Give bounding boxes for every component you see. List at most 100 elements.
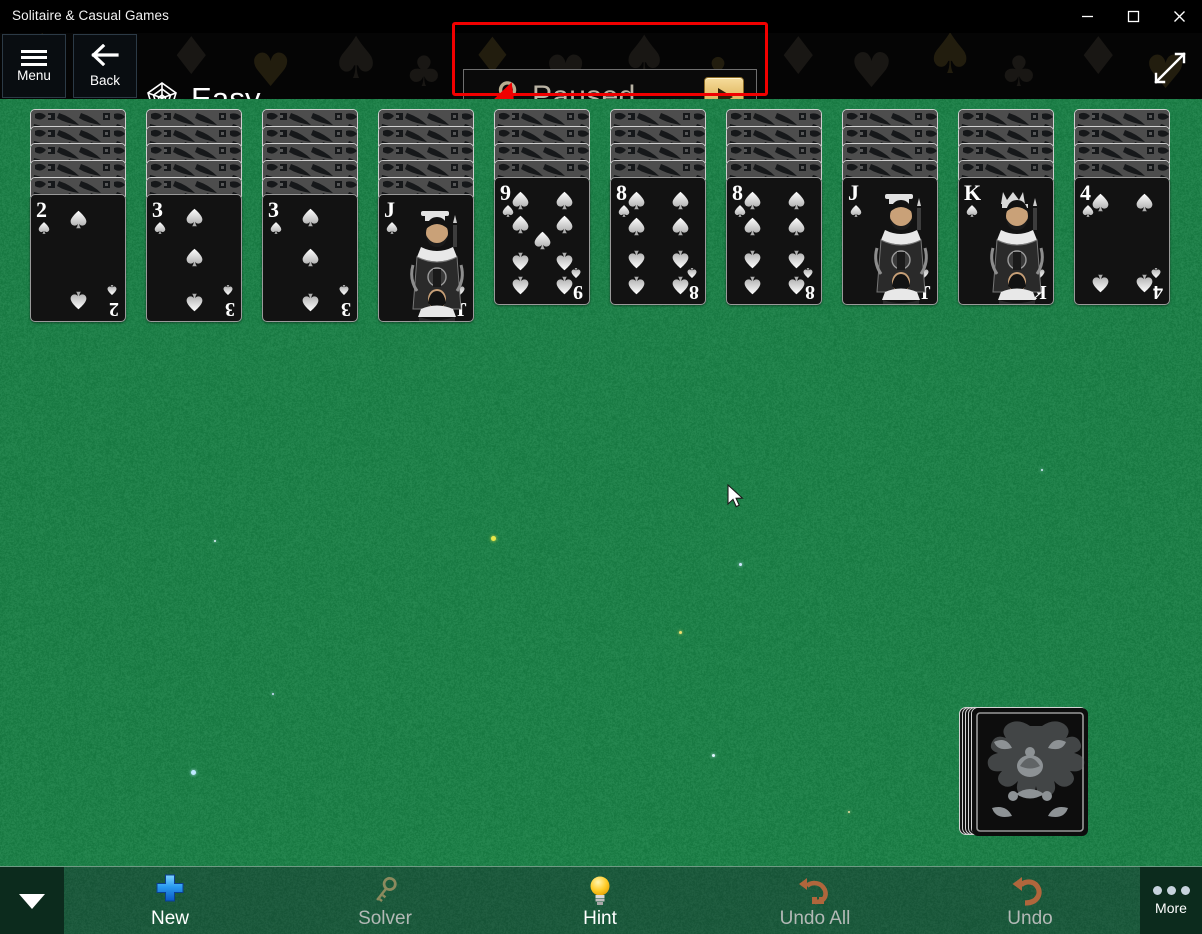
card-pip — [742, 244, 763, 270]
card-suit-icon — [222, 279, 234, 297]
ellipsis-icon — [1153, 886, 1190, 895]
card-pip — [68, 209, 89, 235]
card-pip — [532, 230, 553, 256]
window-controls — [1064, 0, 1202, 33]
card-pip — [670, 190, 691, 216]
toolbar-label-undo-all: Undo All — [780, 909, 851, 929]
plus-icon — [153, 873, 187, 907]
app-bar: ♠♣♦♥♠♣♦♥♠♣♦♥♠♣♦♥ Menu Back — [0, 33, 1202, 99]
card-pip — [1134, 192, 1155, 218]
card-pip — [786, 190, 807, 216]
stock-pile[interactable] — [959, 707, 1084, 837]
tableau-column[interactable]: K K — [958, 109, 1054, 307]
difficulty-label: Easy — [191, 81, 261, 99]
face-up-card[interactable]: 4 4 — [1074, 177, 1170, 305]
card-pip — [184, 247, 205, 273]
card-pip — [510, 190, 531, 216]
card-pip — [510, 270, 531, 296]
tableau-column[interactable]: 4 4 — [1074, 109, 1170, 307]
card-rank: 8 — [732, 180, 743, 206]
tableau-column[interactable]: J J — [842, 109, 938, 307]
toolbar-label-more: More — [1155, 900, 1187, 916]
toolbar-label-solver: Solver — [358, 909, 412, 929]
card-pip — [742, 216, 763, 242]
toolbar-button-solver[interactable]: Solver — [310, 867, 460, 934]
card-suit-icon — [385, 221, 399, 240]
menu-button[interactable]: Menu — [2, 34, 66, 98]
key-icon — [480, 77, 524, 100]
chevron-down-icon — [19, 894, 45, 909]
card-pip — [510, 246, 531, 272]
card-pip — [670, 270, 691, 296]
toolbar-button-hint[interactable]: Hint — [525, 867, 675, 934]
sparkle — [679, 631, 682, 634]
undo-all-icon — [795, 873, 835, 907]
back-button[interactable]: Back — [73, 34, 137, 98]
court-figure — [981, 186, 1053, 304]
card-pip — [670, 216, 691, 242]
card-pip — [626, 270, 647, 296]
card-pip — [670, 244, 691, 270]
face-up-card[interactable]: J J — [378, 194, 474, 322]
toolbar-label-undo: Undo — [1007, 909, 1052, 929]
tableau-column[interactable]: 3 3 — [146, 109, 242, 324]
minimize-button[interactable] — [1064, 0, 1110, 33]
card-rank: 3 — [268, 197, 279, 223]
toolbar-button-more[interactable]: More — [1140, 867, 1202, 934]
solitaire-window: Solitaire & Casual Games ♠♣♦♥♠♣♦♥♠♣♦♥♠♣♦… — [0, 0, 1202, 934]
card-suit-icon — [338, 279, 350, 297]
game-table[interactable]: 2 2 3 3 3 3 J J 9 9 8 8 8 8 J J K 4 4 — [0, 99, 1202, 866]
maximize-button[interactable] — [1110, 0, 1156, 33]
card-rank: 3 — [152, 197, 163, 223]
card-rank-corner: 3 — [225, 297, 235, 320]
stock-card-top[interactable] — [971, 707, 1087, 835]
card-rank: K — [964, 180, 981, 206]
face-up-card[interactable]: 3 3 — [146, 194, 242, 322]
tableau-column[interactable]: 9 9 — [494, 109, 590, 307]
resume-button[interactable] — [704, 77, 744, 100]
sparkle — [491, 536, 496, 541]
sparkle — [848, 811, 850, 813]
tableau-column[interactable]: 8 8 — [726, 109, 822, 307]
card-pip — [554, 270, 575, 296]
card-pip — [626, 190, 647, 216]
face-up-card[interactable]: 3 3 — [262, 194, 358, 322]
card-pip — [554, 246, 575, 272]
bottom-toolbar: New Solver Hint Undo All Undo More — [0, 866, 1202, 934]
face-up-card[interactable]: 9 9 — [494, 177, 590, 305]
tableau-column[interactable]: 3 3 — [262, 109, 358, 324]
sparkle — [739, 563, 742, 566]
key-icon — [368, 873, 402, 907]
card-pip — [300, 207, 321, 233]
fullscreen-button[interactable] — [1150, 48, 1190, 88]
court-figure — [401, 203, 473, 321]
card-pip — [626, 216, 647, 242]
card-pip — [1134, 268, 1155, 294]
card-pip — [510, 214, 531, 240]
app-title: Solitaire & Casual Games — [12, 8, 169, 23]
card-suit-icon — [965, 204, 979, 223]
hamburger-icon — [21, 50, 47, 66]
toolbar-button-new[interactable]: New — [95, 867, 245, 934]
card-pip — [1090, 192, 1111, 218]
face-up-card[interactable]: 2 2 — [30, 194, 126, 322]
face-up-card[interactable]: J J — [842, 177, 938, 305]
card-pip — [300, 287, 321, 313]
sparkle — [191, 770, 196, 775]
toolbar-button-undo-all[interactable]: Undo All — [740, 867, 890, 934]
face-up-card[interactable]: 8 8 — [726, 177, 822, 305]
tableau-column[interactable]: J J — [378, 109, 474, 324]
card-suit-icon — [849, 204, 863, 223]
collapse-toolbar-button[interactable] — [0, 867, 64, 934]
close-button[interactable] — [1156, 0, 1202, 33]
face-up-card[interactable]: 8 8 — [610, 177, 706, 305]
pause-banner[interactable]: Paused — [463, 69, 757, 99]
pause-label: Paused — [524, 80, 704, 100]
tableau-column[interactable]: 2 2 — [30, 109, 126, 324]
toolbar-button-undo[interactable]: Undo — [955, 867, 1105, 934]
toolbar-label-hint: Hint — [583, 909, 617, 929]
card-pip — [184, 287, 205, 313]
card-suit-icon — [37, 221, 51, 240]
tableau-column[interactable]: 8 8 — [610, 109, 706, 307]
face-up-card[interactable]: K K — [958, 177, 1054, 305]
